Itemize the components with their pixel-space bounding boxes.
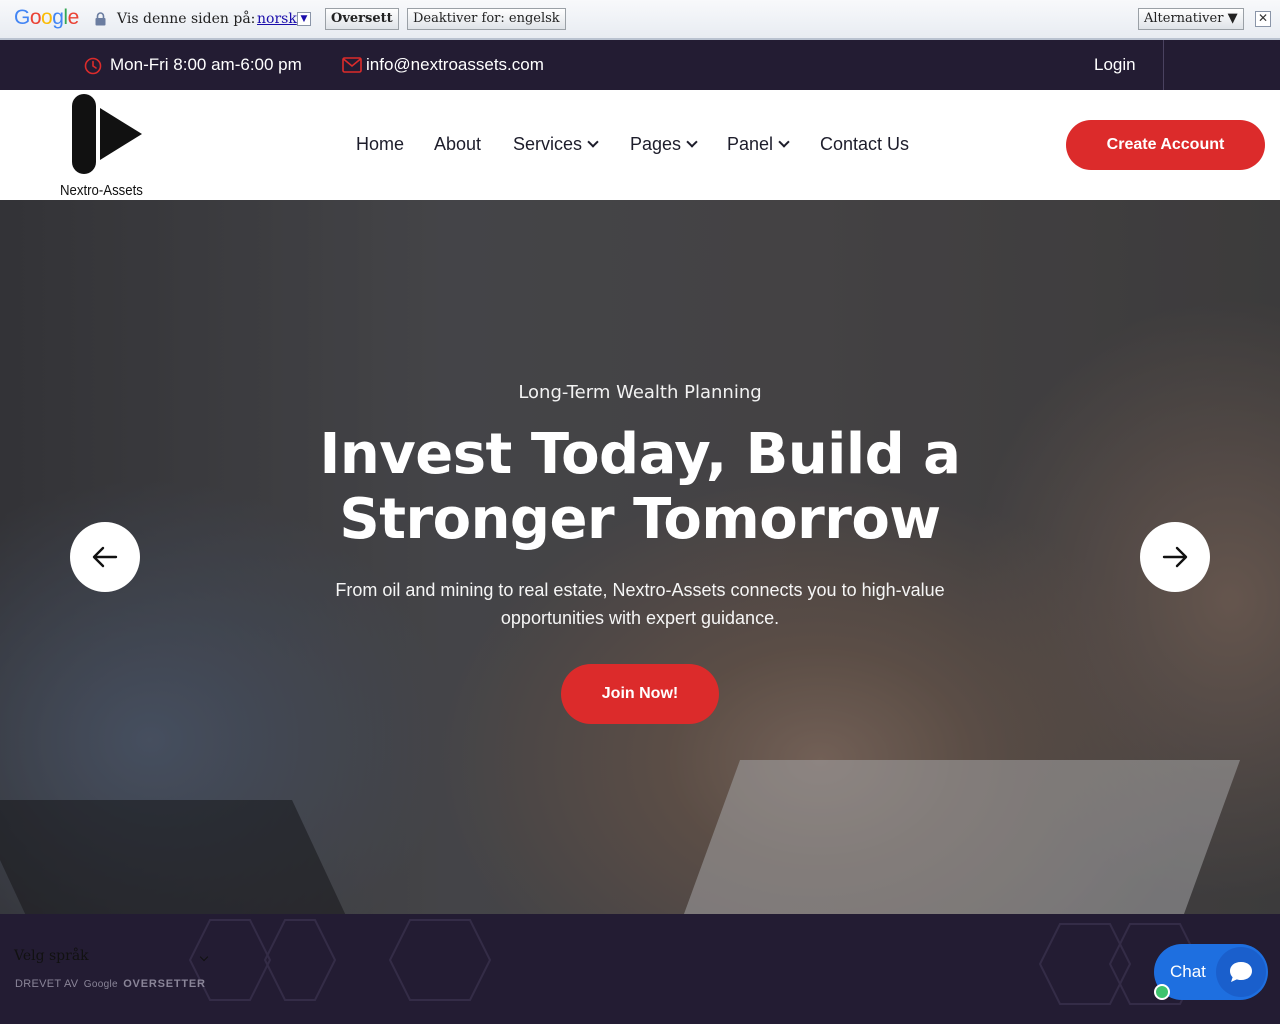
arrow-right-icon — [1162, 546, 1188, 568]
nav-pages-label: Pages — [630, 134, 682, 154]
nav-home[interactable]: Home — [356, 134, 404, 155]
hero-eyebrow: Long-Term Wealth Planning — [518, 382, 762, 403]
nav-services[interactable]: Services — [513, 134, 599, 155]
brand-name[interactable]: Nextro-Assets — [60, 182, 143, 199]
hero-title: Invest Today, Build a Stronger Tomorrow — [319, 422, 961, 552]
contact-email-link[interactable]: info@nextroassets.com — [366, 55, 544, 75]
translate-language-link[interactable]: norsk — [257, 11, 297, 27]
nav-about[interactable]: About — [434, 134, 481, 155]
slider-prev-button[interactable] — [70, 522, 140, 592]
slider-next-button[interactable] — [1140, 522, 1210, 592]
translate-button[interactable]: Oversett — [325, 8, 399, 30]
powered-prefix: DREVET AV — [15, 978, 79, 990]
nav-contact-us[interactable]: Contact Us — [820, 134, 909, 155]
chat-bubble-icon — [1230, 962, 1252, 982]
hexagon-pattern — [188, 919, 1202, 1005]
google-translate-bar: Google Vis denne siden på: norsk ▼ Overs… — [0, 0, 1280, 40]
hero-slider: Long-Term Wealth Planning Invest Today, … — [0, 200, 1280, 914]
online-status-indicator — [1154, 984, 1170, 1000]
chevron-down-icon — [199, 952, 209, 962]
dark-section: Velg språk DREVET AV Google OVERSETTER — [0, 914, 1280, 1024]
clock-icon — [84, 57, 102, 75]
chat-widget-button[interactable]: Chat — [1154, 944, 1268, 1000]
nav-services-label: Services — [513, 134, 583, 154]
create-account-button[interactable]: Create Account — [1066, 120, 1265, 170]
google-small-logo: Google — [83, 979, 118, 990]
top-info-bar: Mon-Fri 8:00 am-6:00 pm info@nextroasset… — [0, 40, 1280, 90]
mail-icon — [342, 57, 362, 73]
language-select-label: Velg språk — [14, 948, 89, 964]
join-now-button[interactable]: Join Now! — [561, 664, 719, 724]
chevron-down-icon — [778, 136, 790, 148]
business-hours: Mon-Fri 8:00 am-6:00 pm — [110, 55, 302, 74]
disable-translate-button[interactable]: Deaktiver for: engelsk — [407, 8, 566, 30]
hero-subtitle: From oil and mining to real estate, Next… — [335, 580, 945, 628]
nav-panel-label: Panel — [727, 134, 774, 154]
site-header: Nextro-Assets Home About Services Pages … — [0, 90, 1280, 200]
nav-pages[interactable]: Pages — [630, 134, 698, 155]
chat-bubble — [1216, 947, 1266, 997]
language-select[interactable]: Velg språk — [14, 948, 210, 966]
arrow-left-icon — [92, 546, 118, 568]
options-dropdown[interactable]: Alternativer ▼ — [1138, 8, 1244, 30]
brand-logo-icon[interactable] — [68, 92, 146, 176]
translate-prompt: Vis denne siden på: — [117, 11, 256, 27]
powered-product: OVERSETTER — [123, 978, 206, 990]
powered-by-google-translate[interactable]: DREVET AV Google OVERSETTER — [15, 978, 206, 990]
nav-panel[interactable]: Panel — [727, 134, 790, 155]
close-translate-bar-button[interactable]: ✕ — [1255, 11, 1271, 27]
hero-overlay — [0, 200, 1280, 914]
chat-label: Chat — [1170, 962, 1206, 981]
lock-icon — [95, 12, 106, 26]
topbar-divider — [1163, 40, 1164, 90]
google-logo: Google — [14, 6, 79, 29]
chevron-down-icon — [587, 136, 599, 148]
chevron-down-icon — [686, 136, 698, 148]
login-link[interactable]: Login — [1094, 55, 1136, 75]
language-dropdown-icon[interactable]: ▼ — [297, 12, 311, 26]
